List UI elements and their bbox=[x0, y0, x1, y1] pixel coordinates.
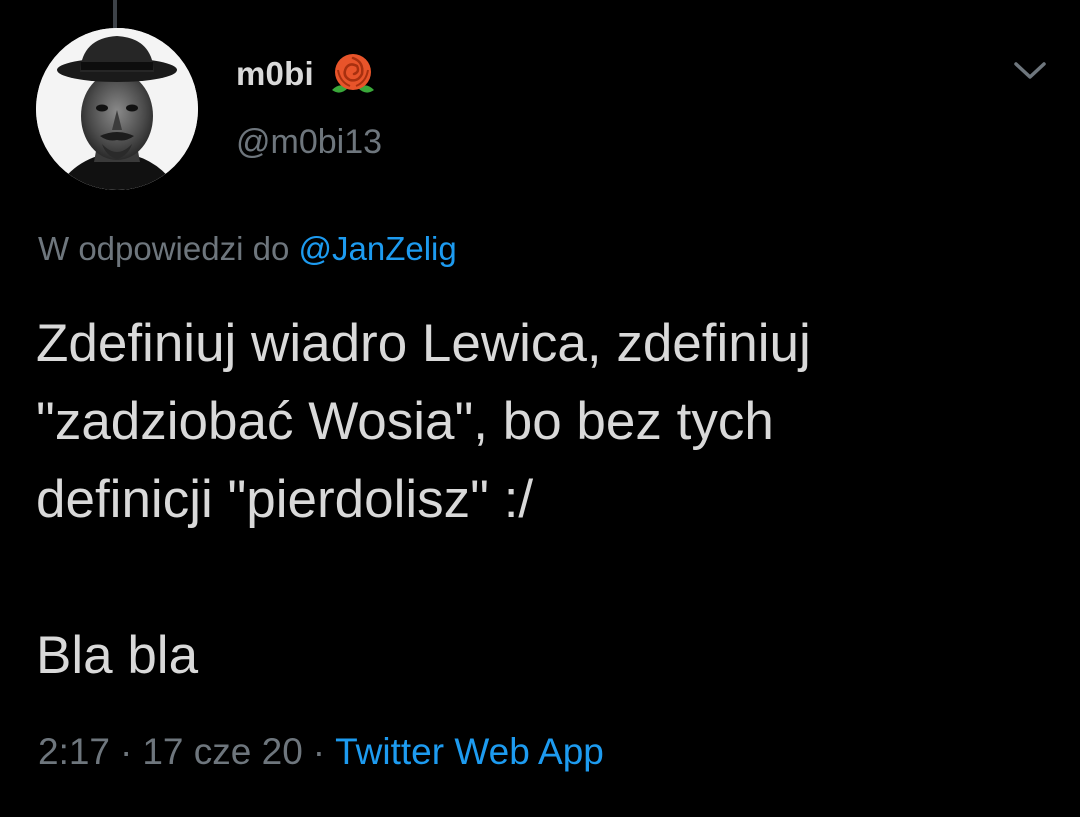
display-name[interactable]: m0bi bbox=[236, 55, 314, 93]
author-handle[interactable]: @m0bi13 bbox=[236, 123, 382, 162]
tweet-time[interactable]: 2:17 bbox=[38, 731, 110, 772]
tweet-paragraph: Bla bla bbox=[36, 626, 199, 685]
avatar[interactable] bbox=[36, 28, 198, 190]
tweet-paragraph: Zdefiniuj wiadro Lewica, zdefiniuj "zadz… bbox=[36, 314, 811, 529]
tweet-text: Zdefiniuj wiadro Lewica, zdefiniuj "zadz… bbox=[36, 305, 1046, 695]
tweet-metadata: 2:17 · 17 cze 20 · Twitter Web App bbox=[38, 731, 604, 773]
thread-connector-line bbox=[113, 0, 117, 28]
avatar-photo bbox=[36, 28, 198, 190]
reply-prefix: W odpowiedzi do bbox=[38, 230, 290, 267]
reply-context: W odpowiedzi do @JanZelig bbox=[38, 230, 457, 268]
chevron-down-icon[interactable] bbox=[1012, 58, 1048, 82]
tweet-date[interactable]: 17 cze 20 bbox=[142, 731, 302, 772]
meta-separator: · bbox=[120, 731, 133, 772]
reply-mention-link[interactable]: @JanZelig bbox=[298, 230, 456, 267]
author-name-row[interactable]: m0bi bbox=[236, 50, 382, 98]
rose-icon bbox=[324, 50, 382, 98]
tweet-source-link[interactable]: Twitter Web App bbox=[335, 731, 604, 772]
meta-separator: · bbox=[312, 731, 326, 772]
